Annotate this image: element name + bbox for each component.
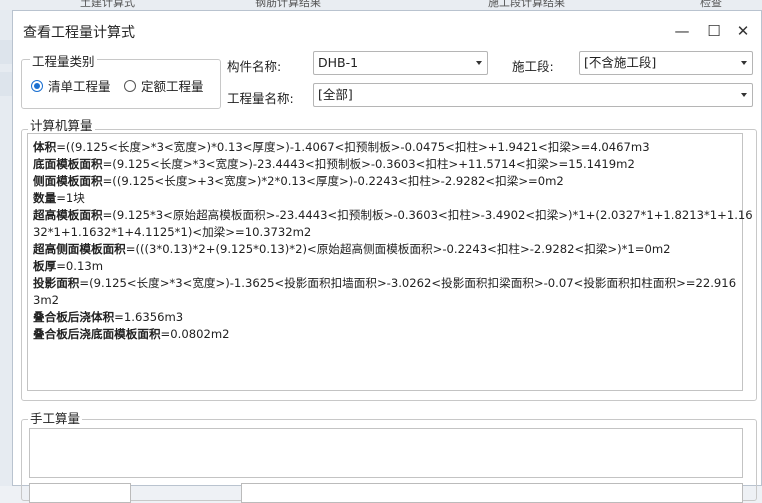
formula-line: 底面模板面积=(9.125<长度>*3<宽度>)-23.4443<扣预制板>-0… (33, 156, 738, 173)
radio-selected-icon[interactable] (31, 79, 43, 92)
component-name-value: DHB-1 (318, 55, 359, 70)
formula-line: 数量=1块 (33, 190, 738, 207)
formula-expression: =(9.125<长度>*3<宽度>)-1.3625<投影面积扣墙面积>-3.02… (79, 276, 737, 290)
dialog-title: 查看工程量计算式 (23, 25, 135, 41)
quantity-formula-dialog: 查看工程量计算式 — ☐ ✕ 工程量类别 清单工程量 定额工程量 构件名称: D… (12, 10, 762, 503)
formula-line: 超高侧面模板面积=(((3*0.13)*2+(9.125*0.13)*2)<原始… (33, 241, 738, 258)
quantity-name-select[interactable]: [全部] (313, 83, 753, 107)
formula-expression: =(9.125*3<原始超高模板面积>-23.4443<扣预制板>-0.3603… (102, 208, 753, 222)
chevron-down-icon (741, 61, 747, 65)
close-button[interactable]: ✕ (732, 20, 754, 42)
formula-item-name: 体积 (33, 140, 57, 154)
formula-item-name: 数量 (33, 191, 57, 205)
formula-item-name: 叠合板后浇底面模板面积 (33, 327, 161, 341)
formula-line: 叠合板后浇底面模板面积=0.0802m2 (33, 326, 738, 343)
radio-unselected-icon[interactable] (124, 79, 136, 92)
background-panel-item (0, 40, 12, 64)
formula-line: 3m2 (33, 292, 738, 309)
computed-formula-textarea[interactable]: 体积=((9.125<长度>*3<宽度>)*0.13<厚度>)-1.4067<扣… (27, 133, 753, 391)
formula-item-name: 叠合板后浇体积 (33, 310, 115, 324)
formula-line: 侧面模板面积=((9.125<长度>+3<宽度>)*2*0.13<厚度>)-0.… (33, 173, 738, 190)
background-tab[interactable]: 检查 (700, 0, 722, 9)
background-tab[interactable]: 土建计算式 (80, 0, 135, 9)
formula-expression: =(9.125<长度>*3<宽度>)-23.4443<扣预制板>-0.3603<… (102, 157, 635, 171)
formula-item-name: 侧面模板面积 (33, 174, 103, 188)
construction-stage-select[interactable]: [不含施工段] (579, 51, 753, 75)
radio-label: 清单工程量 (48, 79, 111, 94)
background-panel-item (0, 72, 12, 96)
formula-line: 32*1+1.1632*1+4.1125*1)<加梁>=10.3732m2 (33, 224, 738, 241)
component-name-label: 构件名称: (227, 59, 282, 74)
background-tab[interactable]: 钢筋计算结果 (255, 0, 321, 9)
formula-line: 叠合板后浇体积=1.6356m3 (33, 309, 738, 326)
radio-label: 定额工程量 (141, 79, 204, 94)
minimize-button[interactable]: — (671, 20, 693, 42)
radio-quota-quantity[interactable]: 定额工程量 (124, 76, 204, 95)
formula-expression: =1.6356m3 (114, 310, 184, 324)
formula-line: 投影面积=(9.125<长度>*3<宽度>)-1.3625<投影面积扣墙面积>-… (33, 275, 738, 292)
background-tab[interactable]: 施工段计算结果 (488, 0, 565, 9)
quantity-name-label: 工程量名称: (227, 91, 294, 106)
manual-quantity-legend: 手工算量 (28, 408, 83, 427)
maximize-button[interactable]: ☐ (703, 20, 725, 42)
formula-item-name: 板厚 (33, 259, 57, 273)
chevron-down-icon (476, 61, 482, 65)
formula-line: 板厚=0.13m (33, 258, 738, 275)
formula-lines: 体积=((9.125<长度>*3<宽度>)*0.13<厚度>)-1.4067<扣… (33, 139, 753, 343)
formula-line: 体积=((9.125<长度>*3<宽度>)*0.13<厚度>)-1.4067<扣… (33, 139, 738, 156)
formula-expression: =1块 (56, 191, 85, 205)
formula-expression: =((9.125<长度>+3<宽度>)*2*0.13<厚度>)-0.2243<扣… (102, 174, 564, 188)
formula-item-name: 投影面积 (33, 276, 80, 290)
construction-stage-label: 施工段: (512, 59, 554, 74)
manual-input-field[interactable] (241, 483, 743, 503)
formula-item-name: 超高侧面模板面积 (33, 242, 126, 256)
manual-input-field[interactable] (29, 483, 131, 503)
formula-line: 超高模板面积=(9.125*3<原始超高模板面积>-23.4443<扣预制板>-… (33, 207, 753, 224)
chevron-down-icon (741, 93, 747, 97)
radio-bill-quantity[interactable]: 清单工程量 (31, 76, 111, 95)
formula-expression: 3m2 (33, 293, 60, 307)
dialog-titlebar[interactable]: 查看工程量计算式 — ☐ ✕ (13, 11, 761, 51)
formula-expression: =(((3*0.13)*2+(9.125*0.13)*2)<原始超高侧面模板面积… (125, 242, 671, 256)
formula-item-name: 超高模板面积 (33, 208, 103, 222)
quantity-category-legend: 工程量类别 (30, 51, 97, 70)
quantity-name-value: [全部] (318, 87, 353, 102)
formula-expression: =((9.125<长度>*3<宽度>)*0.13<厚度>)-1.4067<扣预制… (56, 140, 650, 154)
construction-stage-value: [不含施工段] (584, 55, 657, 70)
component-name-select[interactable]: DHB-1 (313, 51, 488, 75)
manual-formula-textarea[interactable] (29, 428, 743, 478)
formula-item-name: 底面模板面积 (33, 157, 103, 171)
computed-quantity-legend: 计算机算量 (28, 115, 95, 134)
formula-expression: =0.13m (56, 259, 104, 273)
formula-expression: 32*1+1.1632*1+4.1125*1)<加梁>=10.3732m2 (33, 225, 312, 239)
formula-expression: =0.0802m2 (160, 327, 230, 341)
